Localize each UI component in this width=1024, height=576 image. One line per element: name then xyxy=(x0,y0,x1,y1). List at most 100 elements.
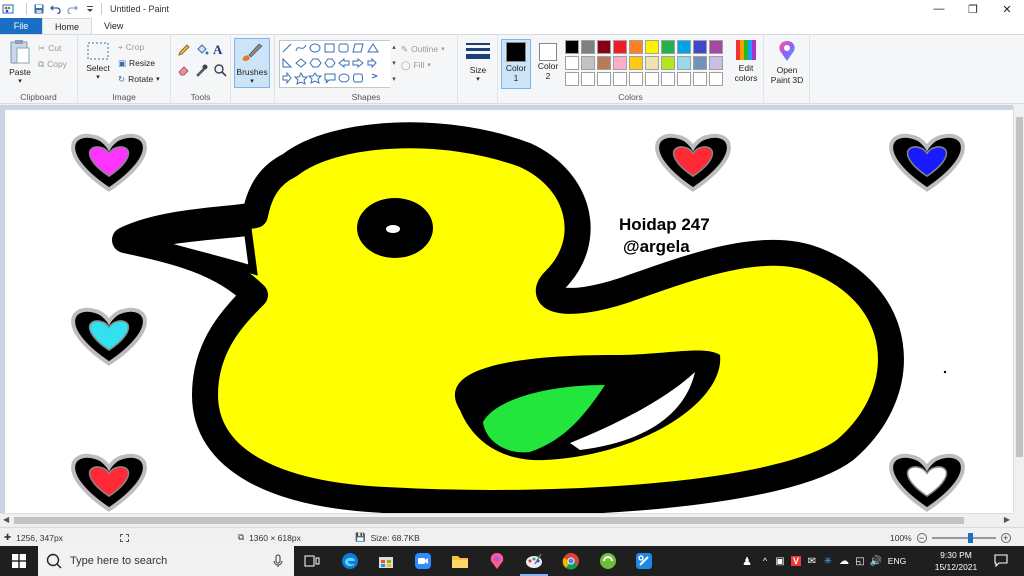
shapes-gallery[interactable] xyxy=(279,40,391,88)
horizontal-scroll-thumb[interactable] xyxy=(14,517,964,524)
task-view-icon[interactable] xyxy=(302,551,322,571)
vivaldi-tray-icon[interactable]: V xyxy=(788,556,804,566)
rotate-button[interactable]: ↻ Rotate ▾ xyxy=(118,71,160,87)
palette-swatch[interactable] xyxy=(661,40,675,54)
drawing-canvas[interactable]: Hoidap 247 @argela xyxy=(5,110,1013,513)
palette-swatch[interactable] xyxy=(565,72,579,86)
network-icon[interactable]: ◱ xyxy=(852,556,868,567)
magnifier-icon[interactable] xyxy=(213,63,227,77)
mail-tray-icon[interactable]: ✉ xyxy=(804,556,820,567)
people-icon[interactable]: ♟ xyxy=(736,555,758,568)
redo-icon[interactable] xyxy=(67,4,78,15)
notifications-icon[interactable] xyxy=(994,554,1010,568)
palette-swatch[interactable] xyxy=(693,72,707,86)
paste-button[interactable]: Paste ▾ xyxy=(6,39,34,85)
palette-swatch[interactable] xyxy=(629,40,643,54)
close-button[interactable]: ✕ xyxy=(990,0,1024,18)
fill-bucket-icon[interactable] xyxy=(195,43,209,57)
palette-swatch[interactable] xyxy=(693,56,707,70)
palette-swatch[interactable] xyxy=(613,40,627,54)
horizontal-scrollbar[interactable]: ◀ ▶ xyxy=(0,513,1013,527)
cut-button[interactable]: ✂ Cut xyxy=(38,40,67,56)
color1-button[interactable]: Color 1 xyxy=(501,39,531,89)
snip-tool-icon[interactable] xyxy=(634,551,654,571)
palette-swatch[interactable] xyxy=(581,72,595,86)
scroll-left-arrow-icon[interactable]: ◀ xyxy=(3,515,9,524)
vertical-scrollbar[interactable] xyxy=(1013,105,1024,513)
palette-swatch[interactable] xyxy=(645,72,659,86)
zoom-out-icon[interactable]: − xyxy=(916,532,927,543)
palette-swatch[interactable] xyxy=(629,72,643,86)
text-tool-icon[interactable]: A xyxy=(213,43,229,57)
save-icon[interactable] xyxy=(33,4,44,15)
pencil-icon[interactable] xyxy=(177,43,191,57)
taskbar-search-box[interactable]: Type here to search xyxy=(38,546,294,576)
palette-swatch[interactable] xyxy=(677,40,691,54)
file-explorer-icon[interactable] xyxy=(450,551,470,571)
palette-swatch[interactable] xyxy=(629,56,643,70)
select-dropdown-icon[interactable]: ▾ xyxy=(84,73,112,81)
palette-swatch[interactable] xyxy=(709,40,723,54)
paste-dropdown-icon[interactable]: ▾ xyxy=(6,77,34,85)
palette-swatch[interactable] xyxy=(709,56,723,70)
tab-file[interactable]: File xyxy=(0,18,42,34)
palette-swatch[interactable] xyxy=(597,72,611,86)
palette-swatch[interactable] xyxy=(677,72,691,86)
cloud-icon[interactable]: ☁ xyxy=(836,556,852,567)
palette-swatch[interactable] xyxy=(581,56,595,70)
size-button[interactable]: Size ▾ xyxy=(464,41,492,83)
language-indicator[interactable]: ENG xyxy=(884,556,910,566)
color-picker-icon[interactable] xyxy=(195,63,209,77)
palette-swatch[interactable] xyxy=(645,56,659,70)
open-paint3d-button[interactable]: Open Paint 3D xyxy=(767,39,807,85)
outline-button[interactable]: ✎ Outline ▾ xyxy=(401,41,445,57)
maximize-button[interactable]: ❐ xyxy=(956,0,990,18)
bluetooth-icon[interactable]: ✳ xyxy=(820,556,836,567)
select-button[interactable]: Select ▾ xyxy=(84,41,112,81)
palette-swatch[interactable] xyxy=(613,56,627,70)
greenshot-icon[interactable] xyxy=(598,551,618,571)
palette-swatch[interactable] xyxy=(565,40,579,54)
palette-swatch[interactable] xyxy=(613,72,627,86)
eraser-icon[interactable] xyxy=(177,63,191,77)
chat-tray-icon[interactable]: ▣ xyxy=(772,556,788,567)
palette-swatch[interactable] xyxy=(565,56,579,70)
maps-pin-icon[interactable] xyxy=(487,551,507,571)
show-hidden-icons-icon[interactable]: ^ xyxy=(758,556,772,566)
palette-swatch[interactable] xyxy=(709,72,723,86)
palette-swatch[interactable] xyxy=(693,40,707,54)
minimize-button[interactable]: — xyxy=(922,0,956,18)
tab-view[interactable]: View xyxy=(92,18,135,34)
edit-colors-button[interactable]: Edit colors xyxy=(730,39,762,83)
chrome-icon[interactable] xyxy=(561,551,581,571)
scroll-right-arrow-icon[interactable]: ▶ xyxy=(1004,515,1010,524)
crop-button[interactable]: ⌖ Crop xyxy=(118,39,160,55)
vertical-scroll-thumb[interactable] xyxy=(1016,117,1023,457)
shapes-scroll[interactable]: ▴ ▾ ▾ xyxy=(390,40,398,88)
start-button[interactable] xyxy=(0,546,38,576)
taskbar-clock[interactable]: 9:30 PM 15/12/2021 xyxy=(920,549,992,573)
store-icon[interactable] xyxy=(376,551,396,571)
zoom-slider-thumb[interactable] xyxy=(968,532,974,543)
zoom-in-icon[interactable]: + xyxy=(1000,532,1011,543)
edge-icon[interactable] xyxy=(340,551,360,571)
palette-swatch[interactable] xyxy=(597,40,611,54)
microphone-icon[interactable] xyxy=(272,554,284,568)
fill-button[interactable]: ◯ Fill ▾ xyxy=(401,57,445,73)
palette-swatch[interactable] xyxy=(597,56,611,70)
tab-home[interactable]: Home xyxy=(42,18,93,34)
resize-button[interactable]: ▣ Resize xyxy=(118,55,160,71)
zoom-slider[interactable] xyxy=(931,532,996,543)
palette-swatch[interactable] xyxy=(661,56,675,70)
paint-taskbar-icon[interactable] xyxy=(520,551,548,576)
zoom-app-icon[interactable] xyxy=(413,551,433,571)
color2-button[interactable]: Color 2 xyxy=(534,39,562,89)
palette-swatch[interactable] xyxy=(677,56,691,70)
undo-icon[interactable] xyxy=(50,4,61,15)
palette-swatch[interactable] xyxy=(661,72,675,86)
volume-icon[interactable]: 🔊 xyxy=(868,556,884,567)
palette-swatch[interactable] xyxy=(645,40,659,54)
copy-button[interactable]: ⧉ Copy xyxy=(38,56,67,72)
customize-qat-icon[interactable] xyxy=(84,4,95,15)
palette-swatch[interactable] xyxy=(581,40,595,54)
